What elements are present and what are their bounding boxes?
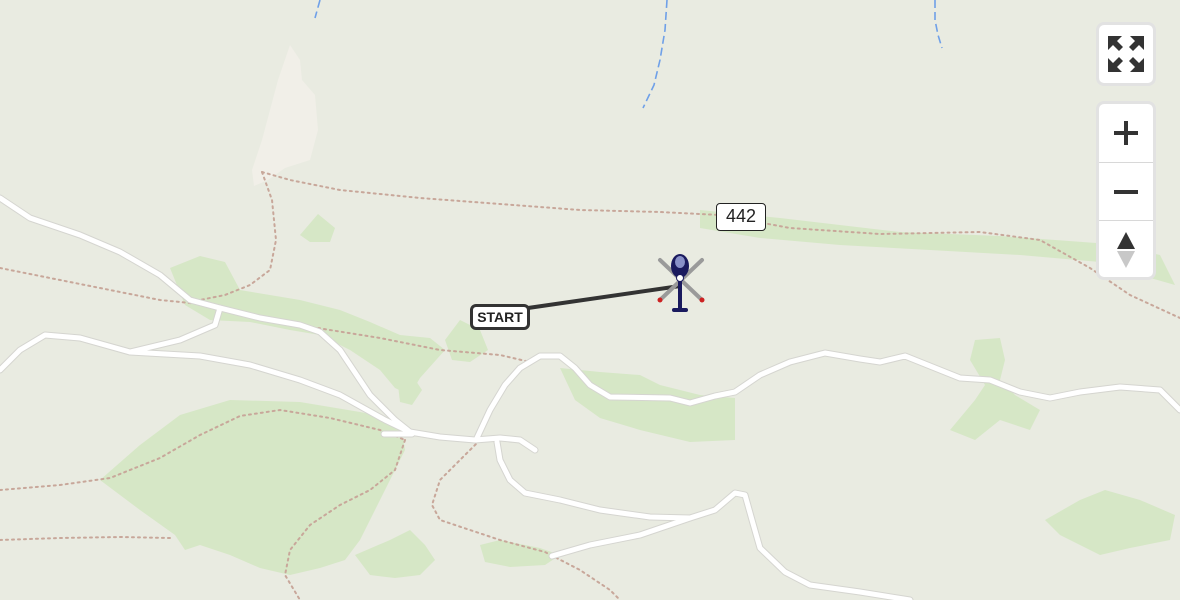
zoom-control [1096, 101, 1156, 280]
expand-arrows-icon [1108, 36, 1144, 72]
zoom-in-button[interactable] [1099, 104, 1153, 162]
route-start-label[interactable]: START [470, 304, 530, 330]
fullscreen-control [1096, 22, 1156, 86]
rock-area [252, 45, 318, 186]
fullscreen-button[interactable] [1099, 25, 1153, 83]
road-number-label: 442 [716, 203, 766, 231]
map-view[interactable]: 442 START [0, 0, 1180, 600]
compass-north-icon [1117, 231, 1135, 268]
plus-icon [1114, 121, 1138, 145]
helicopter-icon[interactable] [652, 250, 708, 320]
waterways [314, 0, 943, 109]
zoom-out-button[interactable] [1099, 162, 1153, 220]
minus-icon [1114, 189, 1138, 194]
compass-button[interactable] [1099, 220, 1153, 277]
map-canvas[interactable] [0, 0, 1180, 600]
